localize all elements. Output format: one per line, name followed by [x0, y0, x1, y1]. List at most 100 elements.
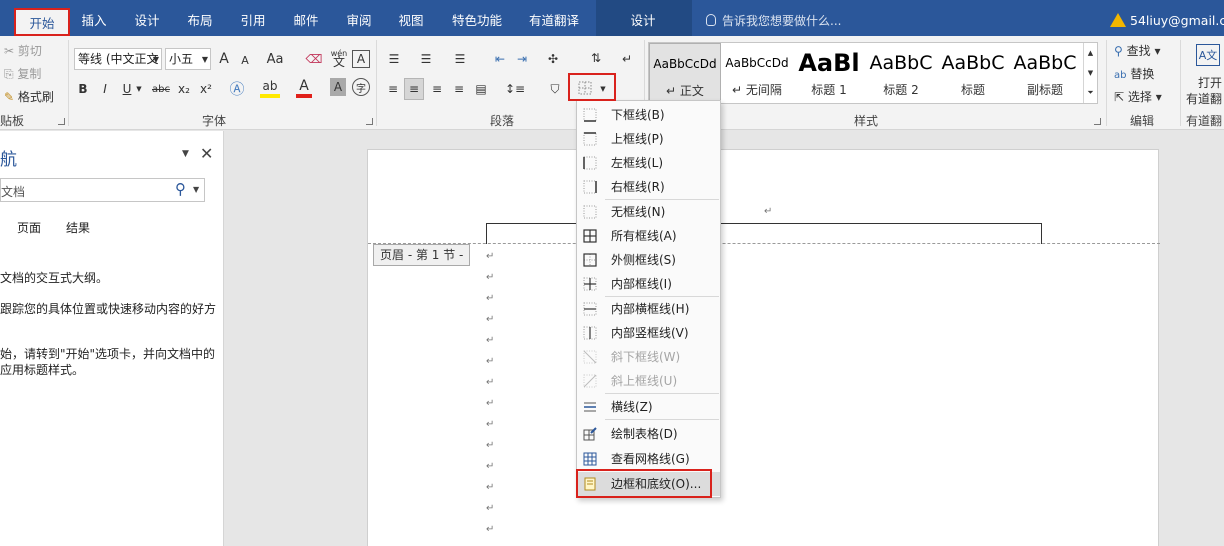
tab-references[interactable]: 引用: [232, 0, 274, 36]
style-heading-1[interactable]: AaBl 标题 1: [793, 43, 865, 103]
styles-scroll-up-icon[interactable]: ▲: [1083, 43, 1097, 63]
paint-bucket-icon[interactable]: ⛉: [544, 80, 566, 98]
menu-item-diagonal-down-border[interactable]: 斜下框线(W): [577, 345, 720, 369]
increase-indent-icon[interactable]: ⇥: [512, 50, 532, 68]
font-launcher[interactable]: [366, 118, 373, 125]
chevron-down-icon[interactable]: ▼: [193, 185, 199, 194]
youdao-open-label[interactable]: 打开: [1198, 74, 1222, 91]
nav-search-input[interactable]: 文档 ⚲ ▼: [0, 178, 205, 202]
distributed-icon[interactable]: ▤: [472, 80, 490, 98]
chevron-down-icon[interactable]: ▼: [150, 48, 162, 70]
multilevel-list-icon[interactable]: ☰: [450, 50, 470, 68]
styles-gallery[interactable]: AaBbCcDd ↵ 正文 AaBbCcDd ↵ 无间隔 AaBl 标题 1 AaBb…: [648, 42, 1098, 104]
tab-header-footer-design[interactable]: 设计: [610, 0, 676, 36]
copy-button[interactable]: ⎘ 复制: [4, 65, 41, 82]
clear-format-icon[interactable]: ⌫: [306, 50, 323, 68]
clipboard-launcher[interactable]: [58, 118, 65, 125]
strikethrough-button[interactable]: abc: [150, 80, 172, 98]
justify-icon[interactable]: ≡: [450, 80, 468, 98]
underline-button[interactable]: U: [120, 80, 134, 98]
align-right-icon[interactable]: ≡: [428, 80, 446, 98]
menu-item-diagonal-up-border[interactable]: 斜上框线(U): [577, 369, 720, 393]
nav-hint-2: 跟踪您的具体位置或快速移动内容的好方: [0, 302, 217, 316]
search-icon[interactable]: ⚲: [175, 180, 186, 198]
find-button[interactable]: ⚲ 查找 ▾: [1114, 42, 1160, 59]
account-area[interactable]: 54liuy@gmail.com: [1110, 0, 1224, 36]
styles-scroll-down-icon[interactable]: ▼: [1083, 63, 1097, 83]
tab-review[interactable]: 审阅: [338, 0, 380, 36]
styles-more-icon[interactable]: ⏷: [1083, 83, 1097, 103]
menu-item-top-border[interactable]: 上框线(P): [577, 127, 720, 151]
left-border-icon: [583, 156, 597, 170]
phonetic-guide-button[interactable]: wén 文: [330, 48, 348, 68]
font-color-button[interactable]: A: [296, 78, 312, 98]
style-title[interactable]: AaBbC 标题: [937, 43, 1009, 103]
font-name-combo[interactable]: 等线 (中文正文: [74, 48, 162, 70]
nav-tab-results[interactable]: 结果: [66, 219, 90, 236]
menu-item-right-border[interactable]: 右框线(R): [577, 175, 720, 199]
chevron-down-icon[interactable]: ▼: [199, 48, 211, 70]
tab-view[interactable]: 视图: [390, 0, 432, 36]
menu-item-inside-horizontal-border[interactable]: 内部横框线(H): [577, 297, 720, 321]
character-shading-button[interactable]: A: [330, 78, 346, 96]
tell-me-box[interactable]: 告诉我您想要做什么...: [706, 0, 841, 36]
document-page[interactable]: ↵ 页眉 - 第 1 节 - ↵ ↵ ↵ ↵ ↵ ↵ ↵ ↵ ↵ ↵ ↵ ↵ ↵…: [367, 149, 1160, 546]
menu-item-all-borders[interactable]: 所有框线(A): [577, 224, 720, 248]
tab-home[interactable]: 开始: [14, 8, 70, 36]
format-painter-button[interactable]: ✎ 格式刷: [4, 88, 54, 105]
tab-insert[interactable]: 插入: [74, 0, 114, 36]
align-left-icon[interactable]: ≡: [384, 80, 402, 98]
menu-item-no-border[interactable]: 无框线(N): [577, 200, 720, 224]
tab-layout[interactable]: 布局: [180, 0, 220, 36]
superscript-button[interactable]: x²: [198, 80, 214, 98]
enclose-characters-button[interactable]: 字: [352, 78, 370, 96]
tab-special-features[interactable]: 特色功能: [444, 0, 510, 36]
menu-item-inside-borders[interactable]: 内部框线(I): [577, 272, 720, 296]
close-icon[interactable]: ✕: [200, 144, 213, 163]
header-cursor-mark[interactable]: ↵: [764, 206, 772, 217]
style-normal[interactable]: AaBbCcDd ↵ 正文: [649, 43, 721, 103]
change-case-button[interactable]: Aa: [264, 50, 286, 68]
menu-item-bottom-border[interactable]: 下框线(B): [577, 103, 720, 127]
decrease-indent-icon[interactable]: ⇤: [490, 50, 510, 68]
character-border-button[interactable]: A: [352, 50, 370, 68]
menu-item-left-border[interactable]: 左框线(L): [577, 151, 720, 175]
tab-design[interactable]: 设计: [126, 0, 168, 36]
select-button[interactable]: ⇱ 选择 ▾: [1114, 88, 1162, 105]
line-spacing-icon[interactable]: ↕≡: [502, 80, 528, 98]
chevron-down-icon[interactable]: ▼: [134, 80, 144, 98]
styles-launcher[interactable]: [1094, 118, 1101, 125]
menu-item-borders-and-shading[interactable]: 边框和底纹(O)...: [577, 472, 720, 496]
menu-item-outside-borders[interactable]: 外侧框线(S): [577, 248, 720, 272]
bullets-icon[interactable]: ☰: [384, 50, 404, 68]
bold-button[interactable]: B: [76, 80, 90, 98]
chevron-down-icon[interactable]: ▼: [598, 80, 608, 98]
menu-item-horizontal-line[interactable]: 横线(Z): [577, 395, 720, 419]
youdao-open-label-2[interactable]: 有道翻: [1186, 90, 1222, 107]
text-effects-button[interactable]: Ⓐ: [228, 78, 246, 98]
highlight-button[interactable]: ab: [260, 78, 280, 98]
menu-item-draw-table[interactable]: 绘制表格(D): [577, 422, 720, 446]
style-subtitle[interactable]: AaBbC 副标题: [1009, 43, 1081, 103]
menu-item-inside-vertical-border[interactable]: 内部竖框线(V): [577, 321, 720, 345]
youdao-translate-icon[interactable]: A文: [1196, 44, 1220, 66]
replace-button[interactable]: ab 替换: [1114, 65, 1154, 82]
chinese-layout-icon[interactable]: ✣: [542, 50, 564, 68]
style-no-spacing[interactable]: AaBbCcDd ↵ 无间隔: [721, 43, 793, 103]
subscript-button[interactable]: x₂: [176, 80, 192, 98]
menu-item-view-gridlines[interactable]: 查看网格线(G): [577, 447, 720, 471]
tab-mailings[interactable]: 邮件: [286, 0, 326, 36]
cut-button[interactable]: ✂ 剪切: [4, 42, 42, 59]
shrink-font-button[interactable]: A: [238, 52, 252, 68]
chevron-down-icon[interactable]: ▼: [182, 149, 189, 159]
show-marks-icon[interactable]: ↵: [618, 50, 636, 68]
align-center-icon[interactable]: ≡: [404, 78, 424, 100]
nav-tab-pages[interactable]: 页面: [17, 219, 41, 236]
tab-youdao-translate[interactable]: 有道翻译: [520, 0, 588, 36]
italic-button[interactable]: I: [98, 80, 112, 98]
style-heading-2[interactable]: AaBbC 标题 2: [865, 43, 937, 103]
numbering-icon[interactable]: ☰: [416, 50, 436, 68]
sort-icon[interactable]: ⇅: [586, 48, 606, 68]
grow-font-button[interactable]: A: [216, 50, 232, 68]
border-icon[interactable]: [576, 78, 594, 98]
